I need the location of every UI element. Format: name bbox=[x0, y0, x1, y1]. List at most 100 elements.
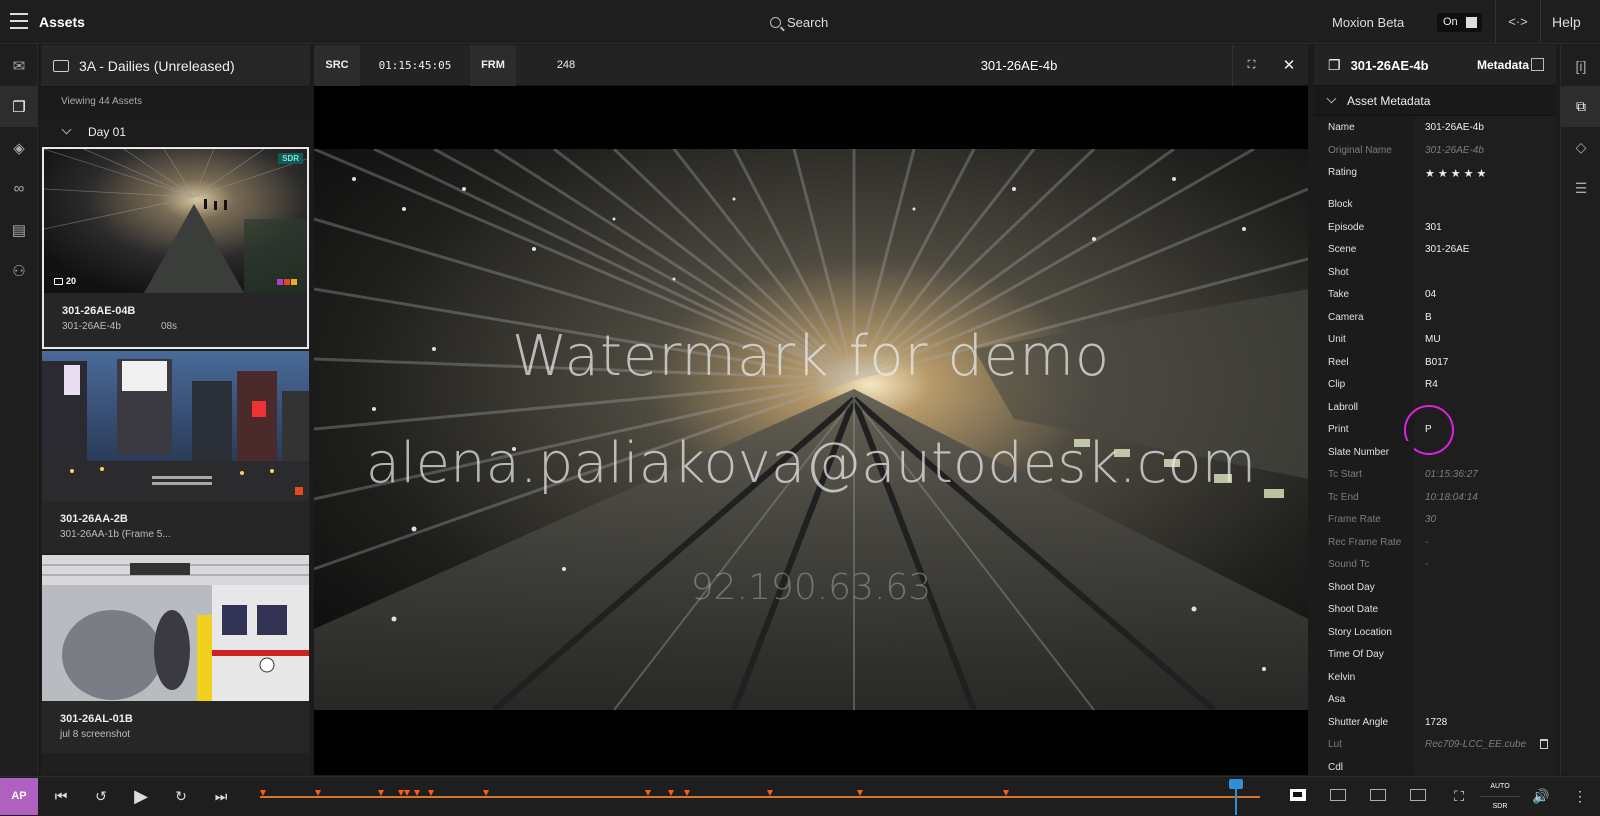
comment-marker[interactable] bbox=[378, 790, 384, 796]
metadata-row[interactable]: Slate Number bbox=[1314, 440, 1556, 463]
chevron-down-icon bbox=[1326, 93, 1337, 104]
frm-label[interactable]: FRM bbox=[470, 45, 516, 86]
metadata-key: Clip bbox=[1328, 379, 1346, 390]
metadata-row[interactable]: Tc Start 01:15:36:27 bbox=[1314, 463, 1556, 486]
layers-icon[interactable]: ◈ bbox=[0, 127, 38, 168]
skip-end-icon[interactable]: ⏭ bbox=[202, 777, 240, 816]
open-external-icon[interactable] bbox=[1531, 58, 1544, 71]
metadata-row[interactable]: Name 301-26AE-4b bbox=[1314, 116, 1556, 139]
metadata-row[interactable]: Time Of Day bbox=[1314, 643, 1556, 666]
play-icon[interactable]: ▶ bbox=[122, 777, 160, 816]
metadata-key: Kelvin bbox=[1328, 671, 1356, 683]
step-forward-icon[interactable]: ↻ bbox=[162, 777, 200, 816]
comment-marker[interactable] bbox=[668, 790, 674, 796]
metadata-row[interactable]: Frame Rate 30 bbox=[1314, 508, 1556, 531]
color-mode-selector[interactable]: AUTO SDR bbox=[1480, 777, 1520, 816]
tag-icon[interactable]: ◇ bbox=[1561, 127, 1600, 168]
metadata-row[interactable]: Tc End 10:18:04:14 bbox=[1314, 485, 1556, 508]
view-mode-single-icon[interactable] bbox=[1290, 789, 1306, 801]
step-back-icon[interactable]: ↺ bbox=[82, 777, 120, 816]
comment-marker[interactable] bbox=[645, 790, 651, 796]
code-icon[interactable]: <·> bbox=[1495, 0, 1541, 44]
video-viewer[interactable]: Watermark for demo alena.paliakova@autod… bbox=[314, 86, 1308, 775]
folder-header[interactable]: 3A - Dailies (Unreleased) bbox=[41, 45, 310, 87]
metadata-row[interactable]: Original Name 301-26AE-4b bbox=[1314, 138, 1556, 161]
src-label[interactable]: SRC bbox=[314, 45, 360, 86]
tab-metadata[interactable]: Metadata bbox=[1477, 58, 1529, 72]
metadata-row[interactable]: Episode 301 bbox=[1314, 215, 1556, 238]
comment-marker[interactable] bbox=[428, 790, 434, 796]
related-icon[interactable]: ⧉ bbox=[1561, 86, 1600, 127]
view-mode-wide-icon[interactable] bbox=[1370, 789, 1386, 801]
metadata-row[interactable]: Rating ★★★★★ bbox=[1314, 161, 1556, 193]
metadata-row[interactable]: Shoot Date bbox=[1314, 598, 1556, 621]
asset-card[interactable]: 301-26AL-01B jul 8 screenshot bbox=[42, 555, 309, 753]
metadata-row[interactable]: Reel B017 bbox=[1314, 350, 1556, 373]
delete-icon[interactable] bbox=[1540, 739, 1548, 749]
metadata-key: Asa bbox=[1328, 694, 1346, 705]
metadata-row[interactable]: Rec Frame Rate - bbox=[1314, 530, 1556, 553]
metadata-row[interactable]: Shutter Angle 1728 bbox=[1314, 710, 1556, 733]
people-icon[interactable]: ⚇ bbox=[0, 250, 38, 291]
metadata-row[interactable]: Cdl bbox=[1314, 755, 1556, 775]
asset-card[interactable]: 301-26AA-2B 301-26AA-1b (Frame 5... bbox=[42, 351, 309, 553]
view-mode-side-icon[interactable] bbox=[1410, 789, 1426, 801]
fullscreen-icon[interactable]: ⛶ bbox=[1440, 777, 1478, 816]
metadata-row[interactable]: Lut Rec709-LCC_EE.cube bbox=[1314, 733, 1556, 756]
comment-marker[interactable] bbox=[857, 790, 863, 796]
help-link[interactable]: Help bbox=[1552, 14, 1581, 30]
assets-icon[interactable]: ❐ bbox=[0, 86, 38, 127]
asset-duration: 08s bbox=[160, 321, 178, 332]
close-icon[interactable]: ✕ bbox=[1270, 45, 1308, 86]
playhead[interactable] bbox=[1229, 779, 1243, 815]
asset-card[interactable]: SDR 20 301-26AE-04B 301-26AE-4b 08s bbox=[42, 147, 309, 349]
comment-marker[interactable] bbox=[260, 790, 266, 796]
day-group-header[interactable]: Day 01 bbox=[41, 117, 310, 147]
hamburger-menu-icon[interactable] bbox=[10, 13, 28, 29]
more-options-icon[interactable]: ⋮ bbox=[1561, 777, 1599, 816]
asset-metadata-section[interactable]: Asset Metadata bbox=[1314, 86, 1556, 116]
storyboard-icon[interactable]: ▤ bbox=[0, 209, 38, 250]
auto-label: AUTO bbox=[1490, 783, 1510, 790]
comment-marker[interactable] bbox=[1003, 790, 1009, 796]
fit-frame-icon[interactable]: ⛶ bbox=[1232, 45, 1270, 86]
metadata-row[interactable]: Asa bbox=[1314, 688, 1556, 711]
comment-marker[interactable] bbox=[404, 790, 410, 796]
metadata-key: Shoot Day bbox=[1328, 581, 1375, 593]
view-mode-split-icon[interactable] bbox=[1330, 789, 1346, 801]
metadata-row[interactable]: Scene 301-26AE bbox=[1314, 238, 1556, 261]
beta-toggle[interactable]: On bbox=[1437, 13, 1482, 32]
timeline-scrubber[interactable] bbox=[260, 790, 1260, 798]
metadata-row[interactable]: Sound Tc - bbox=[1314, 553, 1556, 576]
comment-marker[interactable] bbox=[483, 790, 489, 796]
comment-marker[interactable] bbox=[684, 790, 690, 796]
search-box[interactable]: Search bbox=[770, 15, 828, 30]
comment-marker[interactable] bbox=[414, 790, 420, 796]
info-icon[interactable]: [i] bbox=[1561, 45, 1600, 86]
metadata-row[interactable]: Unit MU bbox=[1314, 328, 1556, 351]
metadata-row[interactable]: Camera B bbox=[1314, 305, 1556, 328]
comment-icon bbox=[54, 277, 63, 285]
metadata-row[interactable]: Print P bbox=[1314, 405, 1556, 455]
metadata-key: Shutter Angle bbox=[1328, 716, 1389, 728]
comment-marker[interactable] bbox=[315, 790, 321, 796]
metadata-row[interactable]: Clip R4 bbox=[1314, 373, 1556, 396]
inbox-icon[interactable]: ✉ bbox=[0, 45, 38, 86]
comment-icon[interactable]: ☰ bbox=[1561, 168, 1600, 209]
folder-icon bbox=[53, 59, 69, 72]
metadata-row[interactable]: Story Location bbox=[1314, 620, 1556, 643]
metadata-row[interactable]: Shoot Day bbox=[1314, 575, 1556, 598]
metadata-key: Rec Frame Rate bbox=[1328, 536, 1402, 548]
volume-icon[interactable]: 🔊 bbox=[1522, 777, 1560, 816]
metadata-value: B bbox=[1425, 311, 1432, 323]
comment-marker[interactable] bbox=[767, 790, 773, 796]
right-rail: [i] ⧉ ◇ ☰ bbox=[1560, 45, 1600, 775]
metadata-row[interactable]: Take 04 bbox=[1314, 283, 1556, 306]
avatar[interactable]: AP bbox=[0, 778, 38, 815]
metadata-row[interactable]: Block bbox=[1314, 193, 1556, 216]
link-icon[interactable]: ∞ bbox=[0, 168, 38, 209]
metadata-key: Tc Start bbox=[1328, 469, 1362, 480]
skip-start-icon[interactable]: ⏮ bbox=[42, 777, 80, 816]
metadata-row[interactable]: Shot bbox=[1314, 260, 1556, 283]
metadata-row[interactable]: Kelvin bbox=[1314, 665, 1556, 688]
